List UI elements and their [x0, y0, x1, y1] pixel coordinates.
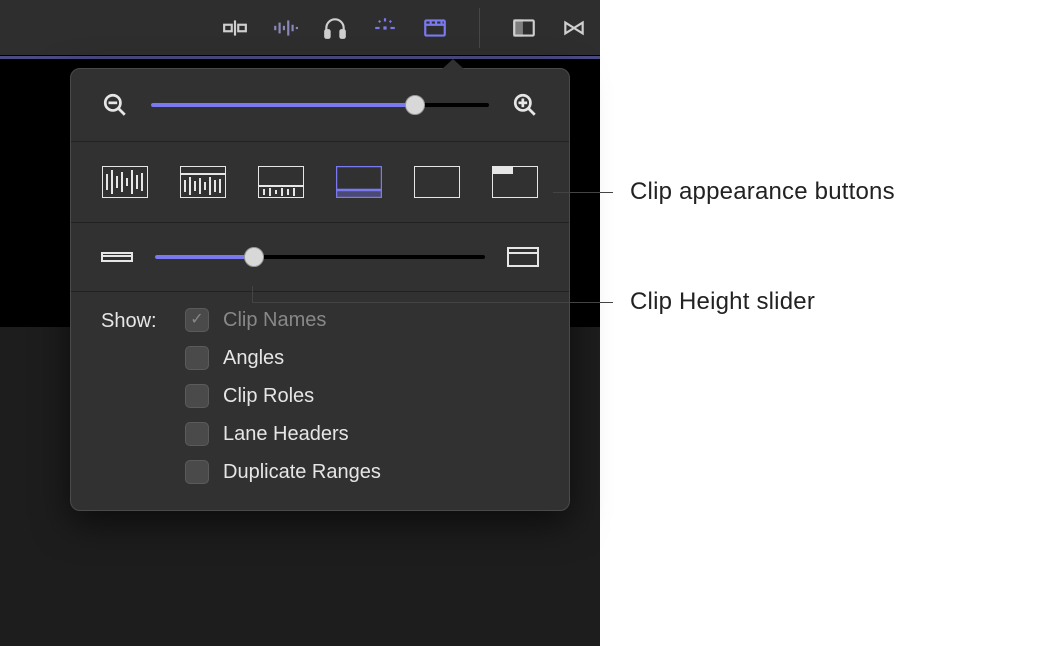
clip-appearance-filmstrip-only[interactable] — [413, 164, 461, 200]
clip-appearance-waveform-small-filmstrip[interactable] — [257, 164, 305, 200]
checkbox[interactable] — [185, 422, 209, 446]
clip-appearance-buttons — [71, 142, 569, 223]
callout-line — [553, 192, 613, 193]
audio-waveform-icon[interactable] — [271, 14, 299, 42]
show-option-clip-names: ✓ Clip Names — [185, 308, 381, 332]
show-item-label: Duplicate Ranges — [223, 461, 381, 484]
show-item-label: Clip Roles — [223, 385, 314, 408]
show-item-label: Clip Names — [223, 309, 326, 332]
clip-appearance-popover: Show: ✓ Clip Names Angles Clip Roles Lane He… — [70, 68, 570, 511]
sidebar-icon[interactable] — [510, 14, 538, 42]
show-section: Show: ✓ Clip Names Angles Clip Roles Lane He… — [71, 292, 569, 484]
callout-appearance: Clip appearance buttons — [630, 178, 895, 206]
show-label: Show: — [101, 308, 185, 484]
clip-short-icon — [101, 245, 133, 269]
headphones-icon[interactable] — [321, 14, 349, 42]
show-option-angles[interactable]: Angles — [185, 346, 381, 370]
skimming-icon[interactable] — [371, 14, 399, 42]
zoom-out-icon[interactable] — [101, 91, 129, 119]
callout-line — [252, 302, 613, 303]
clip-appearance-filmstrip-large[interactable] — [491, 164, 539, 200]
toolbar — [0, 0, 600, 56]
callout-line — [252, 286, 253, 302]
checkbox[interactable] — [185, 460, 209, 484]
show-option-lane-headers[interactable]: Lane Headers — [185, 422, 381, 446]
app-region: Show: ✓ Clip Names Angles Clip Roles Lane He… — [0, 0, 600, 646]
checkbox: ✓ — [185, 308, 209, 332]
checkbox[interactable] — [185, 384, 209, 408]
clip-appearance-filmstrip-waveform-under[interactable] — [335, 164, 383, 200]
zoom-in-icon[interactable] — [511, 91, 539, 119]
zoom-row — [71, 69, 569, 142]
zoom-slider[interactable] — [151, 95, 489, 115]
clip-appearance-icon[interactable] — [421, 14, 449, 42]
bowtie-icon[interactable] — [560, 14, 588, 42]
clip-height-slider[interactable] — [155, 247, 485, 267]
clip-tall-icon — [507, 245, 539, 269]
show-item-label: Lane Headers — [223, 423, 349, 446]
show-list: ✓ Clip Names Angles Clip Roles Lane Headers D… — [185, 308, 381, 484]
show-option-clip-roles[interactable]: Clip Roles — [185, 384, 381, 408]
show-item-label: Angles — [223, 347, 284, 370]
clip-appearance-waveform-large[interactable] — [179, 164, 227, 200]
show-option-duplicate-ranges[interactable]: Duplicate Ranges — [185, 460, 381, 484]
toolbar-separator — [479, 8, 480, 48]
clip-height-row — [71, 223, 569, 292]
trim-icon[interactable] — [221, 14, 249, 42]
callout-height: Clip Height slider — [630, 288, 815, 316]
checkbox[interactable] — [185, 346, 209, 370]
clip-appearance-waveform-only[interactable] — [101, 164, 149, 200]
